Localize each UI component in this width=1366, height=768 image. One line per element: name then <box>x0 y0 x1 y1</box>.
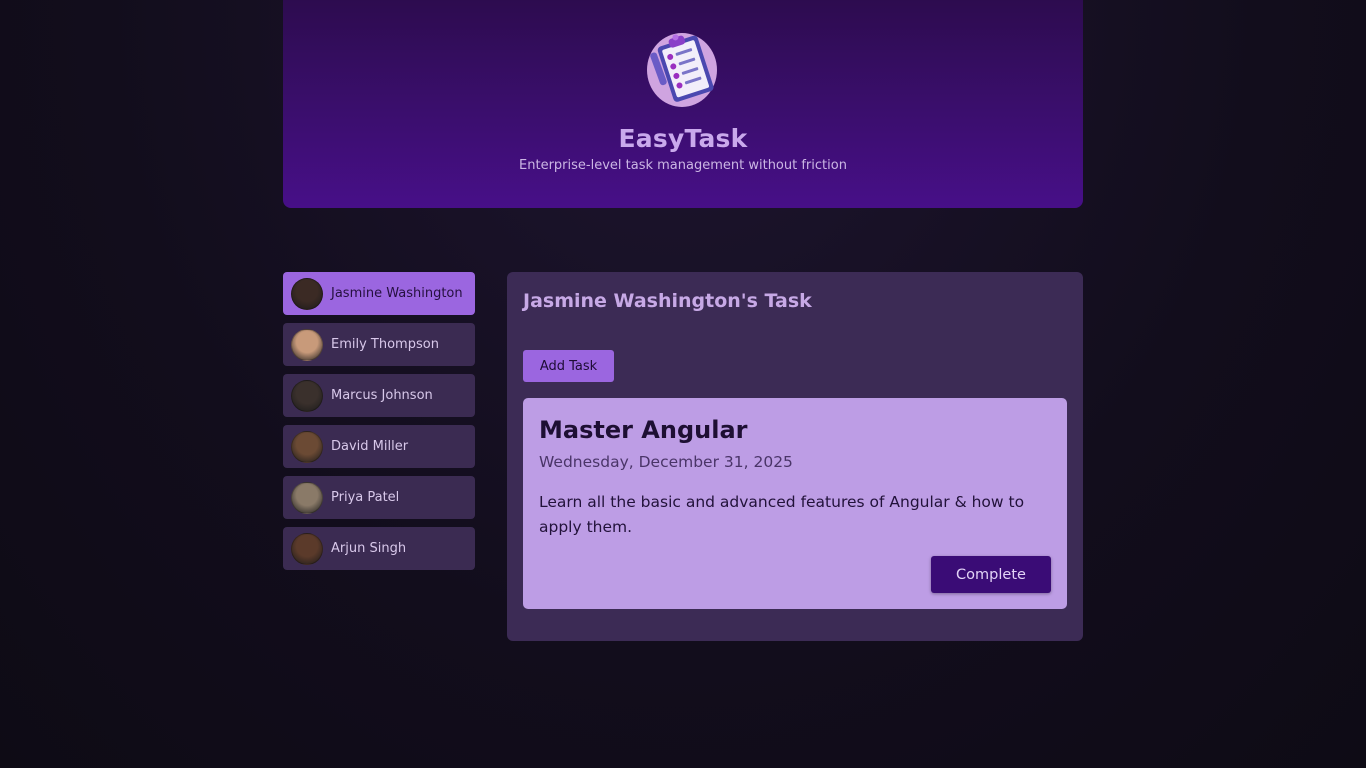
user-item-jasmine-washington[interactable]: Jasmine Washington <box>283 272 475 315</box>
avatar <box>291 379 323 412</box>
avatar <box>291 430 323 463</box>
user-item-marcus-johnson[interactable]: Marcus Johnson <box>283 374 475 417</box>
task-card: Master Angular Wednesday, December 31, 2… <box>523 398 1067 609</box>
user-item-emily-thompson[interactable]: Emily Thompson <box>283 323 475 366</box>
add-task-button[interactable]: Add Task <box>523 350 614 382</box>
user-name: David Miller <box>331 439 409 454</box>
user-item-david-miller[interactable]: David Miller <box>283 425 475 468</box>
clipboard-checklist-icon <box>647 30 719 108</box>
user-name: Jasmine Washington <box>331 286 463 301</box>
tasks-panel: Jasmine Washington's Task Add Task Maste… <box>507 272 1083 641</box>
user-name: Marcus Johnson <box>331 388 433 403</box>
task-description: Learn all the basic and advanced feature… <box>539 493 1025 536</box>
app-title: EasyTask <box>618 124 748 153</box>
app-subtitle: Enterprise-level task management without… <box>519 158 847 173</box>
user-name: Emily Thompson <box>331 337 439 352</box>
task-date: Wednesday, December 31, 2025 <box>539 453 793 471</box>
app-header: EasyTask Enterprise-level task managemen… <box>283 0 1083 208</box>
task-title: Master Angular <box>539 416 748 444</box>
avatar <box>291 481 323 514</box>
user-name: Priya Patel <box>331 490 400 505</box>
tasks-title: Jasmine Washington's Task <box>523 290 812 312</box>
user-item-priya-patel[interactable]: Priya Patel <box>283 476 475 519</box>
avatar <box>291 277 323 310</box>
user-name: Arjun Singh <box>331 541 407 556</box>
complete-button[interactable]: Complete <box>931 556 1051 593</box>
avatar <box>291 328 323 361</box>
user-item-arjun-singh[interactable]: Arjun Singh <box>283 527 475 570</box>
user-list: Jasmine Washington Emily Thompson Marcus… <box>283 272 475 578</box>
avatar <box>291 532 323 565</box>
